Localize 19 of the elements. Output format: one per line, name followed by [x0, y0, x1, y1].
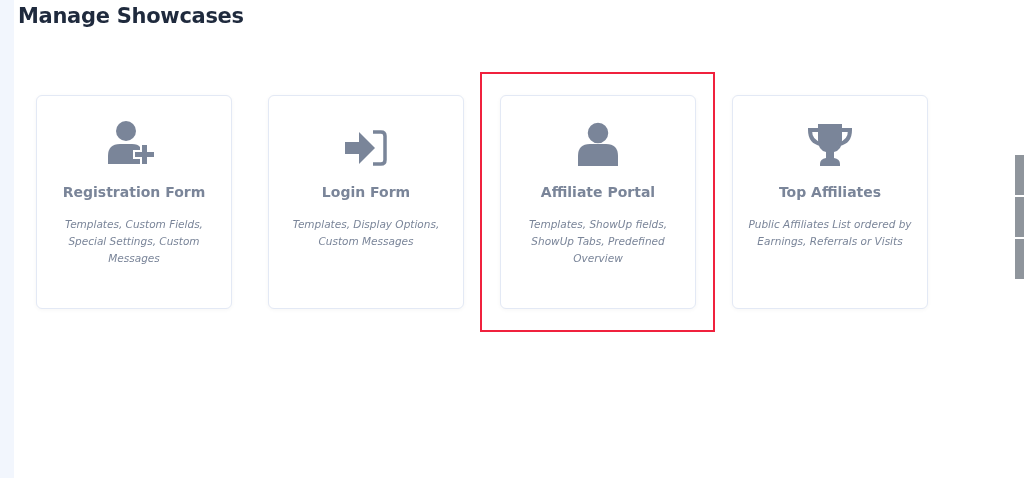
- trophy-icon: [807, 124, 853, 166]
- card-description: Templates, Custom Fields, Special Settings, Custom Messages: [64, 217, 204, 266]
- card-title: Registration Form: [62, 184, 206, 200]
- card-description: Templates, ShowUp fields, ShowUp Tabs, Predefined Overview: [527, 217, 669, 266]
- card-title: Affiliate Portal: [540, 184, 656, 200]
- sign-in-icon: [345, 130, 387, 166]
- showcase-card[interactable]: Registration Form Templates, Custom Fields, Special Settings, Custom Messages: [36, 95, 232, 309]
- user-icon: [578, 122, 618, 166]
- page-title: Manage Showcases: [18, 4, 245, 28]
- showcase-card[interactable]: Login Form Templates, Display Options, Custom Messages: [268, 95, 464, 309]
- side-tab[interactable]: [1015, 155, 1024, 195]
- card-description: Public Affiliates List ordered by Earnings, Referrals or Visits: [747, 217, 913, 249]
- card-description: Templates, Display Options, Custom Messages: [291, 217, 441, 249]
- card-title: Top Affiliates: [778, 184, 882, 200]
- card-title: Login Form: [321, 184, 411, 200]
- side-tab[interactable]: [1015, 197, 1024, 237]
- showcase-card[interactable]: Affiliate Portal Templates, ShowUp fields, ShowUp Tabs, Predefined Overview: [500, 95, 696, 309]
- showcase-card[interactable]: Top Affiliates Public Affiliates List ordered by Earnings, Referrals or Visits: [732, 95, 928, 309]
- side-tab[interactable]: [1015, 239, 1024, 279]
